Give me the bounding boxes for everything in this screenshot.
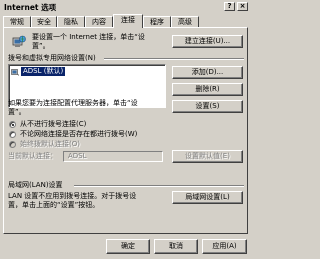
tab-general[interactable]: 常规 <box>3 16 31 27</box>
add-button[interactable]: 添加(D)... <box>172 66 243 79</box>
tab-content[interactable]: 内容 <box>85 16 113 27</box>
setup-description-line2: 置”。 <box>32 42 50 50</box>
tab-connections[interactable]: 连接 <box>113 14 143 28</box>
lan-group-label: 局域网(LAN)设置 <box>8 181 63 189</box>
radio-dial-when-no-network-label: 不论网络连接是否存在都进行拨号(W) <box>20 130 138 138</box>
lan-description-line2: 置，单击上面的“设置”按钮。 <box>8 201 100 209</box>
dialup-connection-icon <box>11 68 19 76</box>
window-title: Internet 选项 <box>4 3 57 12</box>
radio-never-dial[interactable] <box>9 121 16 128</box>
lan-settings-button[interactable]: 局域网设置(L) <box>172 191 243 204</box>
list-item[interactable]: ADSL (默认) <box>11 67 66 76</box>
proxy-description-line1: 如果您要为连接配置代理服务器，单击“设 <box>8 99 138 107</box>
lan-description-line1: LAN 设置不应用到拨号连接。对于拨号设 <box>8 192 137 200</box>
radio-always-dial-default-label: 始终拨默认连接(O) <box>20 140 80 148</box>
current-default-value: ADSL <box>68 152 87 160</box>
close-button[interactable]: × <box>237 2 248 11</box>
radio-always-dial-default[interactable] <box>9 141 16 148</box>
apply-button[interactable]: 应用(A) <box>202 239 247 254</box>
title-bar: Internet 选项 ? × <box>0 0 251 13</box>
divider <box>74 185 244 187</box>
help-button[interactable]: ? <box>224 2 235 11</box>
radio-never-dial-label: 从不进行拨号连接(C) <box>20 120 87 128</box>
cancel-button[interactable]: 取消 <box>154 239 198 254</box>
list-item-label: ADSL (默认) <box>21 67 66 76</box>
current-default-field: ADSL <box>63 151 163 162</box>
current-default-label: 当前默认连接： <box>8 152 57 160</box>
radio-dial-when-no-network[interactable] <box>9 131 16 138</box>
setup-description-line1: 要设置一个 Internet 连接，单击“设 <box>32 33 145 41</box>
setup-connection-button[interactable]: 建立连接(U)... <box>172 35 243 48</box>
proxy-description-line2: 置”。 <box>8 108 26 116</box>
tab-advanced[interactable]: 高级 <box>171 16 199 27</box>
tab-privacy[interactable]: 隐私 <box>57 16 85 27</box>
set-default-button[interactable]: 设置默认值(E) <box>172 150 243 163</box>
tab-strip: 常规 安全 隐私 内容 连接 程序 高级 <box>3 14 248 28</box>
tab-programs[interactable]: 程序 <box>143 16 171 27</box>
divider <box>104 58 244 60</box>
tab-security[interactable]: 安全 <box>31 16 57 27</box>
dialup-group-label: 拨号和虚拟专用网络设置(N) <box>8 54 96 62</box>
globe-computer-icon <box>12 35 26 47</box>
remove-button[interactable]: 删除(R) <box>172 83 243 96</box>
ok-button[interactable]: 确定 <box>106 239 150 254</box>
settings-button[interactable]: 设置(S) <box>172 100 243 113</box>
